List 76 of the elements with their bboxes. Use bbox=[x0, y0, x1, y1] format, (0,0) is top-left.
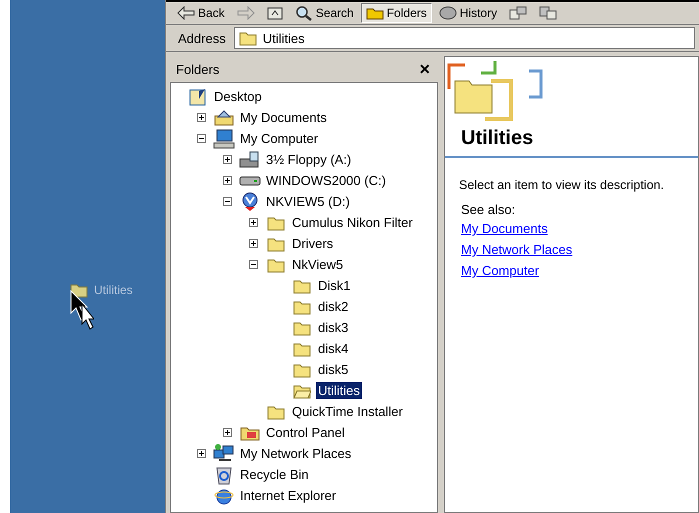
folder-icon bbox=[267, 236, 285, 252]
expand-icon[interactable] bbox=[223, 176, 232, 185]
computer-icon bbox=[213, 128, 235, 148]
toolbar-button[interactable]: Search bbox=[290, 3, 359, 23]
control-panel-folder-icon bbox=[240, 424, 260, 440]
folder-icon bbox=[293, 362, 311, 378]
copy-to-icon bbox=[539, 6, 558, 20]
folder-icon bbox=[70, 282, 88, 298]
tree-item[interactable]: My Computer bbox=[238, 130, 320, 147]
tree-item[interactable]: Control Panel bbox=[264, 424, 347, 441]
tree-item[interactable]: Disk1 bbox=[316, 277, 353, 294]
folder-icon bbox=[267, 404, 285, 420]
history-icon bbox=[438, 6, 457, 20]
search-icon bbox=[294, 5, 313, 21]
collapse-icon[interactable] bbox=[223, 197, 232, 206]
folder-icon bbox=[293, 320, 311, 336]
documents-folder-icon bbox=[214, 110, 234, 126]
folder-icon bbox=[293, 298, 311, 314]
close-button[interactable]: × bbox=[417, 58, 432, 80]
see-also-link[interactable]: My Network Places bbox=[461, 242, 572, 257]
tree-item[interactable]: disk4 bbox=[316, 340, 350, 357]
tree-item[interactable]: disk2 bbox=[316, 298, 350, 315]
network-icon bbox=[213, 444, 235, 464]
address-label: Address bbox=[177, 30, 227, 46]
move-to-icon bbox=[509, 6, 528, 20]
address-field[interactable]: Utilities bbox=[234, 27, 695, 49]
tree-item[interactable]: Desktop bbox=[212, 88, 264, 105]
disc-drive-icon bbox=[240, 192, 260, 212]
tree-item[interactable]: disk3 bbox=[316, 319, 350, 336]
floppy-drive-icon bbox=[239, 150, 261, 168]
toolbar-button[interactable]: Back bbox=[172, 3, 230, 23]
up-folder-icon bbox=[266, 6, 283, 20]
folder-icon bbox=[293, 340, 311, 356]
forward-arrow-icon bbox=[236, 6, 255, 20]
toolbar-button[interactable]: History bbox=[434, 3, 502, 23]
see-also-label: See also: bbox=[460, 201, 516, 219]
collapse-icon[interactable] bbox=[197, 134, 206, 143]
folder-icon bbox=[267, 214, 285, 230]
description-text: Select an item to view its description. bbox=[458, 177, 665, 192]
tree-item[interactable]: WINDOWS2000 (C:) bbox=[264, 172, 388, 189]
tree-item[interactable]: disk5 bbox=[316, 361, 350, 378]
pane-title: Folders bbox=[176, 62, 220, 76]
tree-item[interactable]: Internet Explorer bbox=[238, 487, 338, 504]
tree-item[interactable]: Recycle Bin bbox=[238, 466, 311, 483]
expand-icon[interactable] bbox=[197, 449, 206, 458]
tree-item[interactable]: Utilities bbox=[316, 382, 362, 399]
tree-item[interactable]: My Network Places bbox=[238, 445, 354, 462]
tree-item[interactable]: NkView5 bbox=[290, 256, 346, 273]
folder-icon bbox=[267, 256, 285, 272]
folders-icon bbox=[366, 6, 384, 20]
tree-item[interactable]: Cumulus Nikon Filter bbox=[290, 214, 415, 231]
folder-title: Utilities bbox=[460, 126, 534, 151]
collapse-icon[interactable] bbox=[249, 260, 258, 269]
desktop-icon bbox=[189, 88, 207, 106]
folder-icon bbox=[293, 278, 311, 294]
tree-item[interactable]: Drivers bbox=[290, 235, 336, 252]
tree-item[interactable]: My Documents bbox=[238, 109, 329, 126]
browser-icon bbox=[214, 486, 234, 504]
toolbar-button[interactable]: Folders bbox=[360, 3, 432, 23]
see-also-link[interactable]: My Documents bbox=[461, 221, 548, 236]
tree-item[interactable]: QuickTime Installer bbox=[290, 403, 405, 420]
expand-icon[interactable] bbox=[223, 428, 232, 437]
back-arrow-icon bbox=[177, 6, 195, 20]
recycle-bin-icon bbox=[215, 464, 233, 484]
expand-icon[interactable] bbox=[249, 218, 258, 227]
tree-item[interactable]: 3½ Floppy (A:) bbox=[264, 151, 354, 168]
folder-icon bbox=[238, 30, 257, 46]
open-folder-icon bbox=[293, 382, 311, 398]
mouse-pointer-icon bbox=[70, 290, 94, 330]
dragged-item-label: Utilities bbox=[94, 283, 133, 297]
expand-icon[interactable] bbox=[197, 113, 206, 122]
expand-icon[interactable] bbox=[249, 239, 258, 248]
expand-icon[interactable] bbox=[223, 155, 232, 164]
tree-item[interactable]: NKVIEW5 (D:) bbox=[264, 193, 352, 210]
hard-drive-icon bbox=[239, 174, 261, 186]
see-also-link[interactable]: My Computer bbox=[461, 263, 540, 278]
